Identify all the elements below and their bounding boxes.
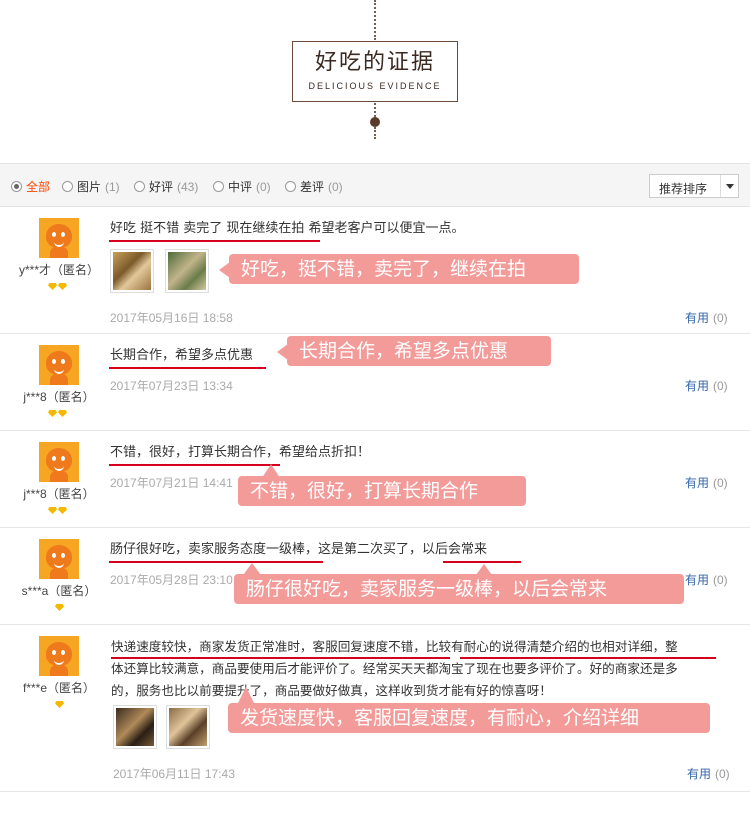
text-underline	[109, 464, 280, 466]
filter-negative-label: 差评	[300, 180, 325, 194]
reviewer-name: s***a（匿名）	[21, 584, 97, 598]
review-date: 2017年05月28日 23:10	[110, 573, 233, 587]
useful-count: (0)	[713, 311, 728, 325]
review-photo[interactable]	[110, 249, 154, 293]
header-bottom-dotted-line-2	[374, 127, 376, 139]
review-photo[interactable]	[166, 705, 210, 749]
review-photo[interactable]	[165, 249, 209, 293]
filter-positive[interactable]: 好评 (43)	[134, 178, 198, 195]
avatar[interactable]	[39, 442, 79, 482]
filter-images-count: (1)	[105, 179, 120, 194]
section-title-en: DELICIOUS EVIDENCE	[308, 81, 442, 91]
radio-icon[interactable]	[213, 181, 224, 192]
chevron-down-icon[interactable]	[726, 184, 734, 189]
reviewer-name: f***e（匿名）	[22, 681, 96, 695]
filter-images[interactable]: 图片 (1)	[62, 178, 120, 195]
review-date: 2017年07月21日 14:41	[110, 476, 233, 490]
useful-label[interactable]: 有用	[685, 476, 709, 490]
review-date: 2017年05月16日 18:58	[110, 311, 233, 325]
useful-count: (0)	[715, 767, 730, 781]
annotation-bubble: 长期合作，希望多点优惠	[287, 336, 551, 366]
useful-label[interactable]: 有用	[685, 573, 709, 587]
filter-negative[interactable]: 差评 (0)	[285, 178, 343, 195]
user-level-badge	[48, 283, 67, 290]
radio-icon[interactable]	[134, 181, 145, 192]
reviewer-name: j***8（匿名）	[23, 487, 95, 501]
useful-button[interactable]: 有用 (0)	[685, 377, 728, 394]
filter-positive-count: (43)	[177, 179, 199, 194]
radio-icon[interactable]	[11, 181, 22, 192]
review-text: 肠仔很好吃，卖家服务态度一级棒，这是第二次买了，以后会常来	[110, 542, 488, 557]
header-top-dotted-line	[374, 0, 376, 40]
useful-label[interactable]: 有用	[685, 311, 709, 325]
useful-count: (0)	[713, 573, 728, 587]
review-text-line: 快递速度较快，商家发货正常准时，客服回复速度不错，比较有耐心的说得清楚介绍的也相…	[111, 639, 678, 654]
review-photo[interactable]	[113, 705, 157, 749]
annotation-bubble: 肠仔很好吃，卖家服务一级棒，以后会常来	[234, 574, 684, 604]
filter-all[interactable]: 全部	[11, 178, 50, 195]
filter-positive-label: 好评	[149, 180, 174, 194]
useful-label[interactable]: 有用	[687, 767, 711, 781]
radio-icon[interactable]	[62, 181, 73, 192]
text-underline	[460, 657, 716, 659]
useful-button[interactable]: 有用 (0)	[685, 309, 728, 326]
sort-divider	[720, 175, 721, 197]
review-item: j***8（匿名） 长期合作，希望多点优惠 长期合作，希望多点优惠 2017年0…	[0, 334, 750, 431]
avatar[interactable]	[39, 345, 79, 385]
review-item: j***8（匿名） 不错，很好，打算长期合作，希望给点折扣！ 不错，很好，打算长…	[0, 431, 750, 528]
annotation-pointer	[476, 564, 492, 575]
review-item: y***才（匿名） 好吃 挺不错 卖完了 现在继续在拍 希望老客户可以便宜一点。…	[0, 207, 750, 334]
sort-dropdown[interactable]: 推荐排序	[649, 174, 739, 198]
useful-count: (0)	[713, 476, 728, 490]
review-text: 不错，很好，打算长期合作，希望给点折扣！	[110, 445, 371, 460]
avatar[interactable]	[39, 636, 79, 676]
review-item: f***e（匿名） 快递速度较快，商家发货正常准时，客服回复速度不错，比较有耐心…	[0, 625, 750, 792]
header-dot	[370, 117, 380, 127]
sort-label: 推荐排序	[659, 182, 708, 196]
radio-icon[interactable]	[285, 181, 296, 192]
user-level-badge	[48, 410, 67, 417]
review-date: 2017年06月11日 17:43	[113, 767, 235, 781]
text-underline	[109, 561, 323, 563]
review-item: s***a（匿名） 肠仔很好吃，卖家服务态度一级棒，这是第二次买了，以后会常来 …	[0, 528, 750, 625]
text-underline	[109, 367, 266, 369]
review-text-line: 的，服务也比以前要提升了，商品要做好做真，这样收到货才能有好的惊喜呀！	[111, 683, 552, 698]
review-date: 2017年07月23日 13:34	[110, 379, 233, 393]
review-text-line: 体还算比较满意，商品要使用后才能评价了。经常买天天都淘宝了现在也要多评价了。好的…	[111, 661, 678, 676]
section-title-box: 好吃的证据 DELICIOUS EVIDENCE	[292, 41, 458, 102]
user-level-badge	[55, 701, 64, 708]
filter-neutral-count: (0)	[256, 179, 271, 194]
review-text: 长期合作，希望多点优惠	[110, 348, 254, 363]
filter-neutral[interactable]: 中评 (0)	[213, 178, 271, 195]
user-level-badge	[55, 604, 64, 611]
annotation-bubble: 好吃，挺不错，卖完了，继续在拍	[229, 254, 579, 284]
text-underline	[111, 657, 450, 659]
header-bottom-dotted-line	[374, 103, 376, 117]
section-title-cn: 好吃的证据	[314, 50, 435, 75]
review-filter-bar: 全部 图片 (1) 好评 (43) 中评 (0) 差评 (0) 推荐排序	[0, 163, 750, 207]
reviewer-name: j***8（匿名）	[23, 390, 95, 404]
annotation-pointer	[238, 687, 254, 703]
annotation-bubble: 发货速度快，客服回复速度，有耐心，介绍详细	[228, 703, 710, 733]
useful-label[interactable]: 有用	[685, 379, 709, 393]
useful-count: (0)	[713, 379, 728, 393]
avatar[interactable]	[39, 539, 79, 579]
filter-negative-count: (0)	[328, 179, 343, 194]
useful-button[interactable]: 有用 (0)	[687, 765, 730, 782]
text-underline	[443, 561, 521, 563]
annotation-bubble: 不错，很好，打算长期合作	[238, 476, 526, 506]
text-underline	[109, 240, 320, 242]
useful-button[interactable]: 有用 (0)	[685, 571, 728, 588]
reviewer-name: y***才（匿名）	[18, 263, 99, 277]
user-level-badge	[48, 507, 67, 514]
filter-neutral-label: 中评	[228, 180, 253, 194]
avatar[interactable]	[39, 218, 79, 258]
review-text: 好吃 挺不错 卖完了 现在继续在拍 希望老客户可以便宜一点。	[110, 221, 465, 236]
useful-button[interactable]: 有用 (0)	[685, 474, 728, 491]
filter-images-label: 图片	[77, 180, 102, 194]
filter-all-label: 全部	[26, 180, 51, 194]
